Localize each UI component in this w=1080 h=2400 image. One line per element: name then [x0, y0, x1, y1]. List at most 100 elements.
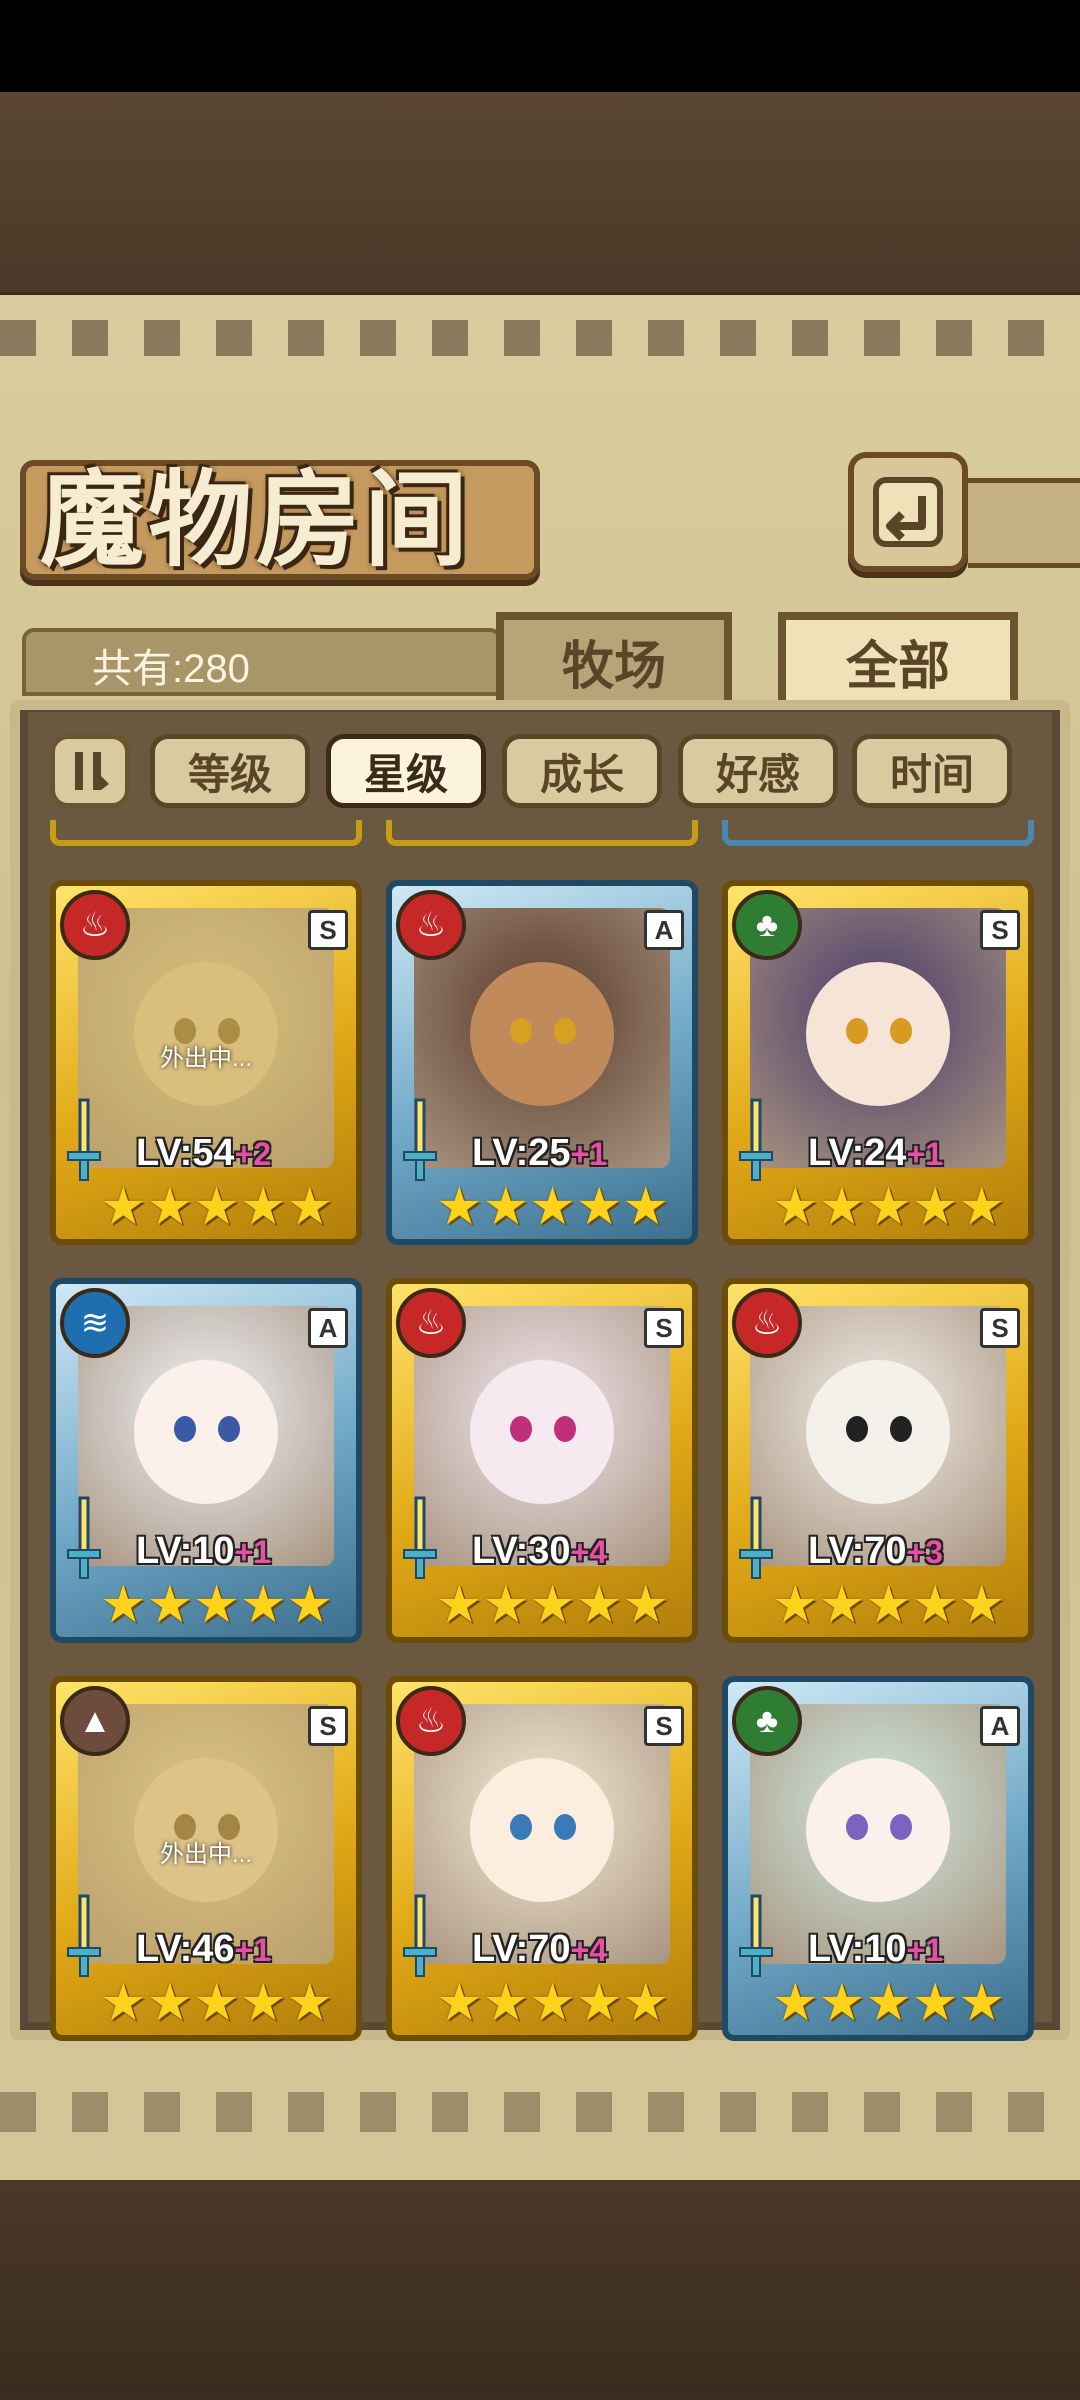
rank-badge: S: [644, 1706, 684, 1746]
level-bonus: +1: [234, 1534, 272, 1570]
star-icon: ★: [146, 1576, 194, 1634]
star-icon: ★: [286, 1178, 334, 1236]
monster-card[interactable]: ♣ A LV:10+1 ★ ★ ★ ★ ★: [722, 1676, 1034, 2041]
star-icon: ★: [436, 1576, 483, 1634]
rank-badge: S: [980, 1308, 1020, 1348]
level-label: LV:25+1: [472, 1132, 607, 1175]
rank-badge: A: [644, 910, 684, 950]
sword-icon: [67, 1098, 101, 1181]
sword-icon: [403, 1894, 437, 1977]
monster-eye: [890, 1416, 912, 1442]
star-icon: ★: [146, 1178, 194, 1236]
away-status-label: 外出中...: [159, 1841, 252, 1868]
monster-card[interactable]: ♨ S LV:30+4 ★ ★ ★ ★ ★: [386, 1278, 698, 1643]
star-icon: ★: [575, 1178, 623, 1236]
sword-icon: [739, 1894, 773, 1977]
monster-eye: [554, 1416, 576, 1442]
star-rating: ★ ★ ★ ★ ★: [100, 1178, 333, 1236]
sort-time-button[interactable]: 时间: [852, 734, 1012, 808]
earth-element-icon: ▲: [60, 1686, 130, 1756]
star-icon: ★: [818, 1576, 866, 1634]
sort-growth-button[interactable]: 成长: [502, 734, 662, 808]
monster-card[interactable]: 外出中... ▲ S LV:46+1 ★ ★ ★ ★ ★: [50, 1676, 362, 2041]
star-rating: ★ ★ ★ ★ ★: [436, 1178, 669, 1236]
back-button-ribbon: [968, 478, 1080, 568]
level-value: LV:10: [136, 1530, 235, 1572]
star-rating: ★ ★ ★ ★ ★: [772, 1178, 1005, 1236]
monster-card[interactable]: ♨ S LV:70+4 ★ ★ ★ ★ ★: [386, 1676, 698, 2041]
star-icon: ★: [529, 1974, 576, 2032]
level-label: LV:54+2: [136, 1132, 271, 1175]
level-value: LV:54: [136, 1132, 235, 1174]
tab-farm[interactable]: 牧场: [496, 612, 732, 710]
previous-row-card-edge: [722, 820, 1034, 846]
fire-element-icon: ♨: [396, 1288, 466, 1358]
monster-eye: [846, 1018, 868, 1044]
monster-face: [806, 962, 950, 1106]
monster-eye: [890, 1814, 912, 1840]
sort-level-button[interactable]: 等级: [150, 734, 310, 808]
monster-face: [470, 1758, 614, 1902]
star-icon: ★: [772, 1178, 819, 1236]
monster-eye: [554, 1018, 576, 1044]
back-arrow-icon: [873, 477, 943, 547]
monster-face: [470, 1360, 614, 1504]
filter-toggle-button[interactable]: [50, 734, 130, 808]
star-icon: ★: [239, 1178, 287, 1236]
monster-face: [470, 962, 614, 1106]
star-icon: ★: [772, 1576, 819, 1634]
rank-badge: A: [980, 1706, 1020, 1746]
sort-star-button[interactable]: 星级: [326, 734, 486, 808]
sword-icon: [739, 1098, 773, 1181]
monster-card[interactable]: ♨ S LV:70+3 ★ ★ ★ ★ ★: [722, 1278, 1034, 1643]
background-top: [0, 92, 1080, 292]
star-icon: ★: [286, 1974, 334, 2032]
monster-card[interactable]: ≋ A LV:10+1 ★ ★ ★ ★ ★: [50, 1278, 362, 1643]
star-rating: ★ ★ ★ ★ ★: [772, 1977, 1005, 2029]
monster-eye: [554, 1814, 576, 1840]
zigzag-border-top: [0, 320, 1080, 356]
sword-icon: [403, 1496, 437, 1579]
level-bonus: +4: [570, 1932, 608, 1968]
star-icon: ★: [436, 1178, 483, 1236]
monster-eye: [510, 1814, 532, 1840]
filter-toggle-icon: [75, 752, 109, 790]
previous-row-card-edge: [386, 820, 698, 846]
star-icon: ★: [575, 1974, 623, 2032]
sword-icon: [739, 1496, 773, 1579]
star-icon: ★: [865, 1576, 912, 1634]
level-value: LV:10: [808, 1928, 907, 1970]
level-bonus: +1: [906, 1932, 944, 1968]
monster-eye: [846, 1416, 868, 1442]
monster-card[interactable]: ♨ A LV:25+1 ★ ★ ★ ★ ★: [386, 880, 698, 1245]
star-icon: ★: [100, 1178, 147, 1236]
star-icon: ★: [529, 1178, 576, 1236]
zigzag-border-bottom: [0, 2092, 1080, 2132]
level-value: LV:70: [808, 1530, 907, 1572]
rank-badge: S: [980, 910, 1020, 950]
monster-card[interactable]: 外出中... ♨ S LV:54+2 ★ ★ ★ ★ ★: [50, 880, 362, 1245]
level-bonus: +1: [570, 1136, 608, 1172]
status-bar: [0, 0, 1080, 92]
monster-eye: [846, 1814, 868, 1840]
level-bonus: +4: [570, 1534, 608, 1570]
star-icon: ★: [575, 1576, 623, 1634]
star-icon: ★: [529, 1576, 576, 1634]
level-bonus: +2: [234, 1136, 272, 1172]
star-icon: ★: [482, 1576, 530, 1634]
star-icon: ★: [911, 1576, 959, 1634]
monster-card[interactable]: ♣ S LV:24+1 ★ ★ ★ ★ ★: [722, 880, 1034, 1245]
monster-face: [134, 1360, 278, 1504]
star-icon: ★: [622, 1178, 670, 1236]
star-icon: ★: [482, 1974, 530, 2032]
total-count: 共有:280: [92, 647, 250, 691]
rank-badge: S: [644, 1308, 684, 1348]
tab-all[interactable]: 全部: [778, 612, 1018, 710]
star-icon: ★: [622, 1974, 670, 2032]
back-button[interactable]: [848, 452, 968, 572]
star-icon: ★: [958, 1576, 1006, 1634]
away-status-label: 外出中...: [159, 1045, 252, 1072]
leaf-element-icon: ♣: [732, 1686, 802, 1756]
star-rating: ★ ★ ★ ★ ★: [772, 1576, 1005, 1634]
sort-affection-button[interactable]: 好感: [678, 734, 838, 808]
